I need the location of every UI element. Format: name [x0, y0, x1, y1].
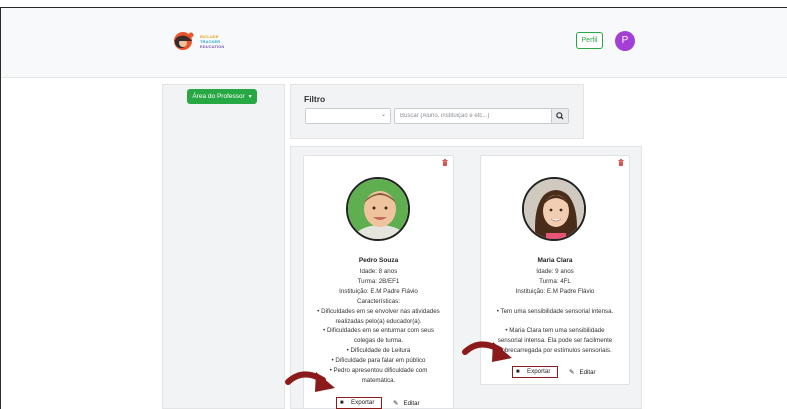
- profile-button[interactable]: Perfil: [576, 32, 603, 49]
- detail-line: • Dificuldade de Leitura: [346, 347, 411, 355]
- edit-button[interactable]: ✎ Editar: [393, 399, 420, 407]
- detail-line: • Dificuldades em se envolver nas ativid…: [317, 307, 440, 315]
- export-button[interactable]: ■ Exportar: [336, 397, 382, 409]
- detail-line: • Dificuldade para falar em público: [331, 357, 426, 365]
- filter-select[interactable]: ⌄: [305, 108, 391, 124]
- detail-line: colegas de turma.: [353, 337, 404, 345]
- detail-line: Idade: 8 anos: [359, 268, 398, 275]
- detail-line: [480, 297, 630, 307]
- student-name: Maria Clara: [537, 257, 573, 264]
- edit-label: Editar: [579, 369, 596, 376]
- detail-line: [480, 317, 630, 327]
- chevron-down-icon: ⌄: [380, 112, 386, 118]
- search-icon: [556, 112, 564, 120]
- search-button[interactable]: [551, 108, 569, 124]
- pencil-icon: ✎: [393, 400, 399, 407]
- top-navbar: [1, 8, 787, 78]
- export-label: Exportar: [527, 368, 551, 375]
- detail-line: Turma: 2B/EF1: [357, 277, 400, 285]
- detail-line: realizadas pelo(a) educador(a).: [335, 317, 422, 325]
- sidebar-panel: [162, 84, 285, 409]
- trash-icon[interactable]: [618, 159, 624, 166]
- professor-area-dropdown-button[interactable]: Área do Professor ▾: [187, 89, 257, 104]
- trash-icon[interactable]: [442, 159, 448, 166]
- detail-line: Turma: 4FL: [539, 277, 571, 285]
- logo-line-3: EDUCATION: [200, 44, 225, 49]
- detail-line: Idade: 9 anos: [536, 268, 574, 275]
- caret-down-icon: ▾: [248, 94, 252, 100]
- detail-line: • Tem uma sensibilidade sensorial intens…: [496, 307, 614, 315]
- detail-line: • Dificuldades em se enturmar com seus: [323, 327, 434, 335]
- edit-button[interactable]: ✎ Editar: [569, 368, 596, 376]
- export-button[interactable]: ■ Exportar: [512, 366, 558, 378]
- student-name: Pedro Souza: [358, 257, 399, 264]
- filter-title: Filtro: [304, 94, 326, 104]
- detail-line: Características:: [357, 297, 400, 305]
- annotation-arrow-icon: [285, 371, 335, 392]
- export-label: Exportar: [351, 399, 375, 406]
- folder-icon: ■: [340, 400, 344, 406]
- user-avatar[interactable]: P: [615, 31, 635, 51]
- student-photo: [522, 177, 586, 241]
- pencil-icon: ✎: [569, 369, 575, 376]
- detail-line: • Maria Clara tem uma sensibilidade: [505, 327, 605, 335]
- professor-area-label: Área do Professor: [192, 93, 245, 100]
- search-input[interactable]: [394, 108, 551, 124]
- detail-line: Instituição: E.M Padre Flávio: [515, 287, 595, 295]
- edit-label: Editar: [403, 400, 420, 407]
- student-photo: [346, 177, 410, 241]
- annotation-arrow-icon: [462, 341, 512, 362]
- app-logo-text: INCLUDE TRACKER EDUCATION: [200, 34, 224, 49]
- detail-line: Instituição: E.M Padre Flávio: [339, 287, 418, 295]
